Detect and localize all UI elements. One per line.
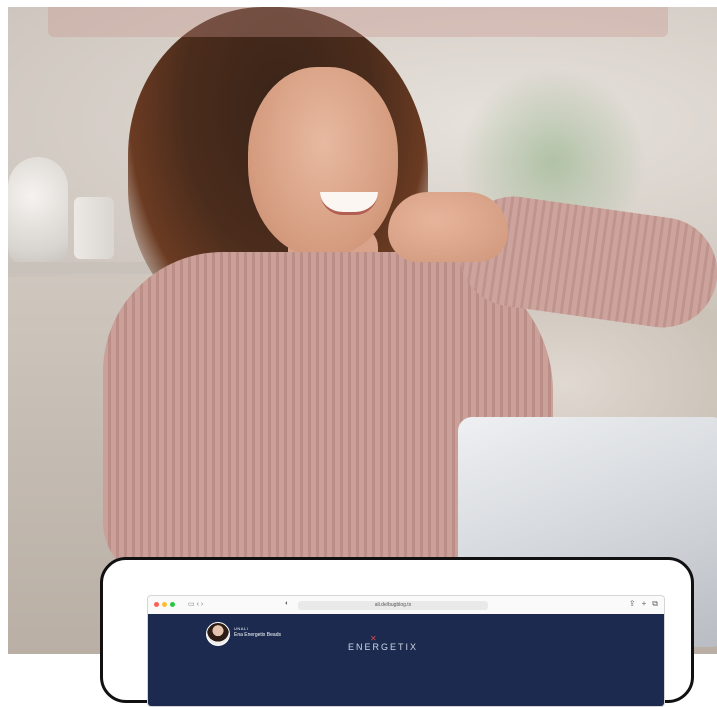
plus-icon[interactable]: + xyxy=(642,599,647,609)
privacy-icon: ◐ xyxy=(285,600,290,607)
back-icon[interactable]: ‹ xyxy=(197,601,199,608)
site-header: UNALI Ena Energetix Beads ✕ ENERGETIX xyxy=(148,614,664,706)
author-label: UNALI xyxy=(234,626,249,631)
browser-window: ▭ ‹ › ◐ ali.de/bugblog.tx ⇪ + ⧉ UNALI En… xyxy=(147,595,665,707)
minimize-dot[interactable] xyxy=(162,602,167,607)
white-vase xyxy=(8,157,68,267)
address-bar[interactable]: ali.de/bugblog.tx xyxy=(298,601,488,610)
watermark xyxy=(48,7,668,37)
tabs-icon[interactable]: ⧉ xyxy=(652,599,658,609)
face xyxy=(248,67,398,257)
author-name: Ena Energetix Beads xyxy=(234,632,281,638)
close-dot[interactable] xyxy=(154,602,159,607)
cup xyxy=(74,197,114,259)
avatar xyxy=(206,622,230,646)
nav-icons: ▭ ‹ › xyxy=(188,600,203,608)
maximize-dot[interactable] xyxy=(170,602,175,607)
sidebar-icon[interactable]: ▭ xyxy=(188,601,195,608)
share-icon[interactable]: ⇪ xyxy=(629,599,636,609)
window-icons: ⇪ + ⧉ xyxy=(629,599,658,609)
logo-text: ENERGETIX xyxy=(348,642,419,652)
browser-card: ▭ ‹ › ◐ ali.de/bugblog.tx ⇪ + ⧉ UNALI En… xyxy=(100,557,694,707)
forward-icon[interactable]: › xyxy=(201,601,203,608)
hand xyxy=(388,192,508,262)
logo-icon: ✕ xyxy=(370,634,377,643)
traffic-lights xyxy=(154,602,175,607)
watermark-band xyxy=(48,7,668,37)
